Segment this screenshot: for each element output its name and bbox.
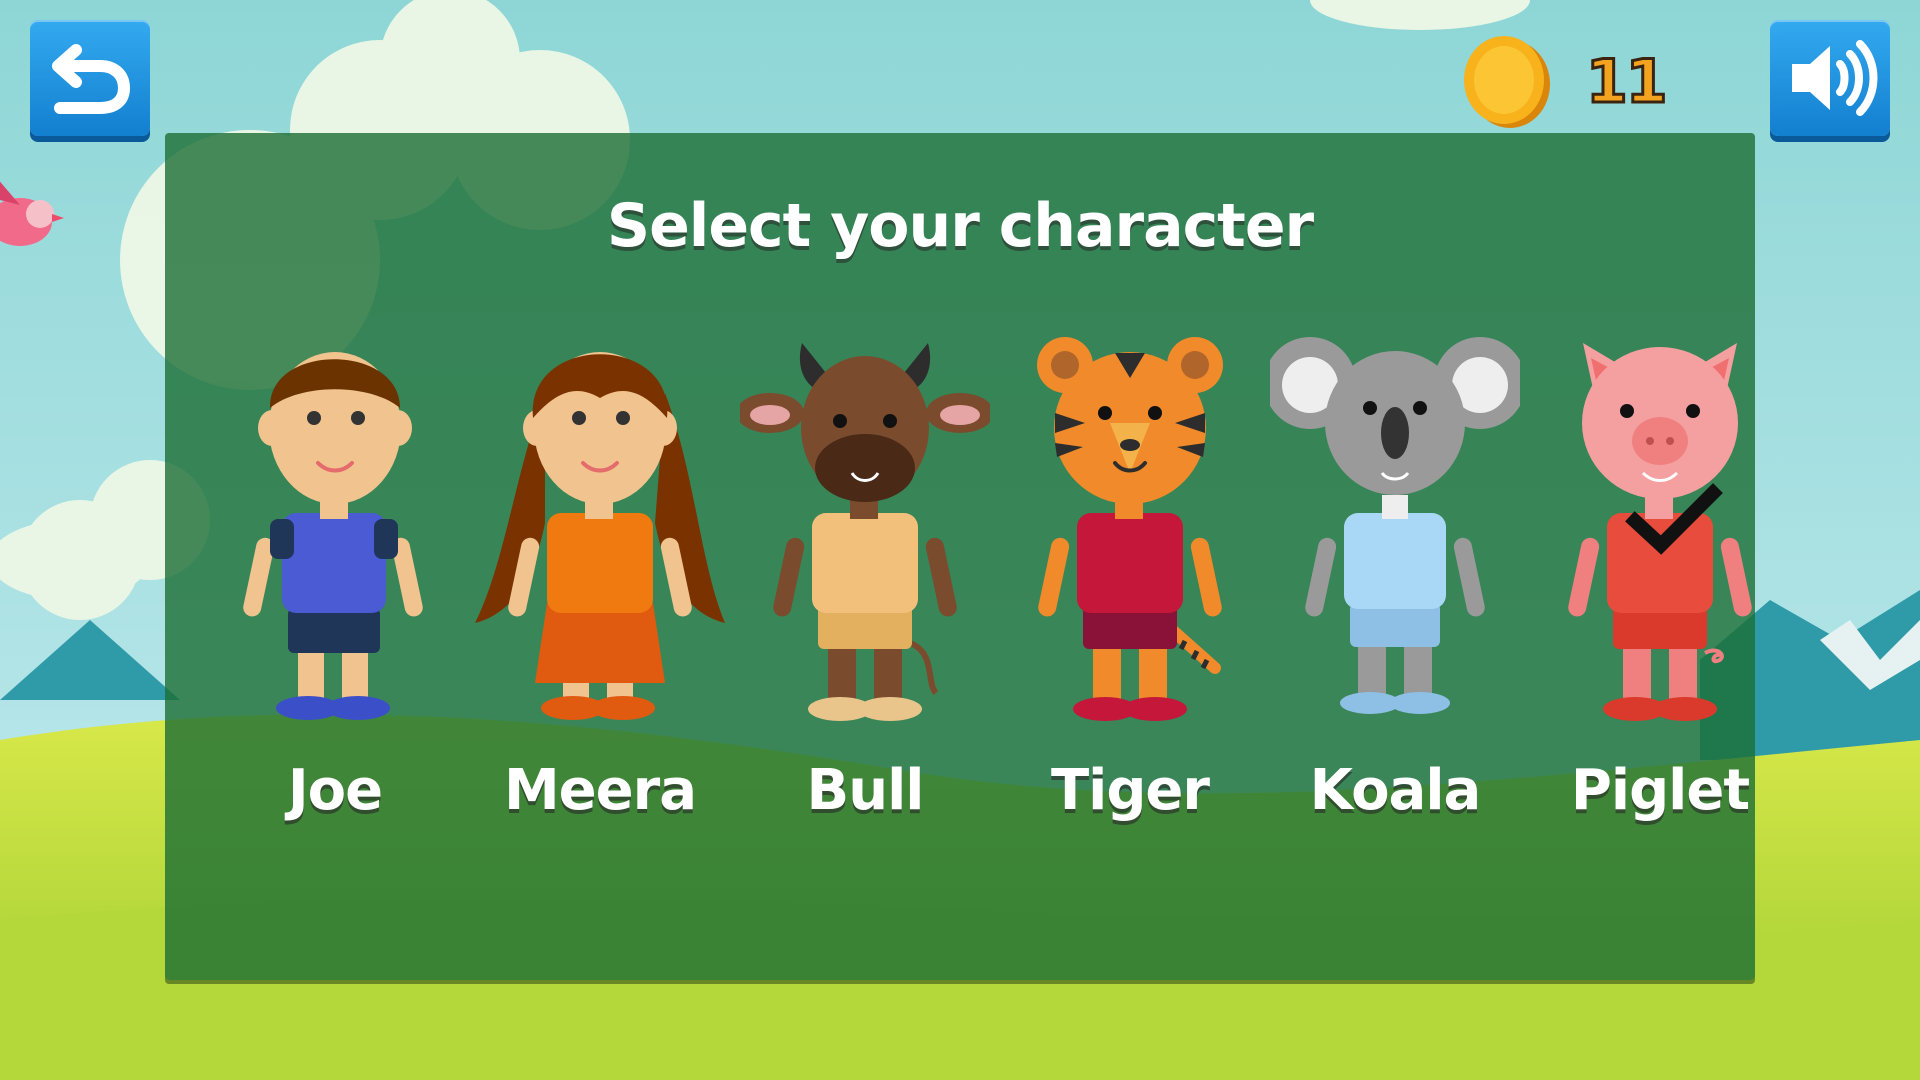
coin-count: 11	[1585, 46, 1669, 119]
character-name: Meera	[503, 758, 697, 823]
koala-figure	[1270, 337, 1520, 714]
sound-button[interactable]	[1770, 20, 1890, 136]
character-name: Tiger	[1050, 758, 1210, 823]
panel-title: Select your character	[606, 191, 1314, 261]
character-name: Joe	[287, 758, 383, 823]
bull-figure	[740, 343, 990, 721]
selected-checkmark-icon	[1625, 483, 1723, 555]
joe-figure	[243, 352, 423, 720]
tiger-figure	[1037, 337, 1223, 721]
back-arrow-icon	[52, 44, 131, 114]
character-tiger[interactable]: Tiger	[1005, 323, 1255, 843]
meera-figure	[475, 352, 725, 720]
character-koala[interactable]: Koala	[1270, 323, 1520, 843]
character-name: Piglet	[1570, 758, 1750, 823]
character-row: Joe Meera Bull Tiger Koala Piglet	[165, 323, 1755, 843]
speaker-volume-icon	[1792, 40, 1878, 116]
character-bull[interactable]: Bull	[740, 323, 990, 843]
character-name: Koala	[1309, 758, 1482, 823]
back-button[interactable]	[30, 20, 150, 136]
character-joe[interactable]: Joe	[210, 323, 460, 843]
coin-counter: 11	[1458, 32, 1718, 132]
character-name: Bull	[806, 758, 925, 823]
character-piglet[interactable]: Piglet	[1535, 323, 1785, 843]
gold-coin-icon	[1464, 36, 1550, 128]
character-select-panel: Select your character Joe Meera Bull Tig…	[165, 133, 1755, 980]
character-meera[interactable]: Meera	[475, 323, 725, 843]
